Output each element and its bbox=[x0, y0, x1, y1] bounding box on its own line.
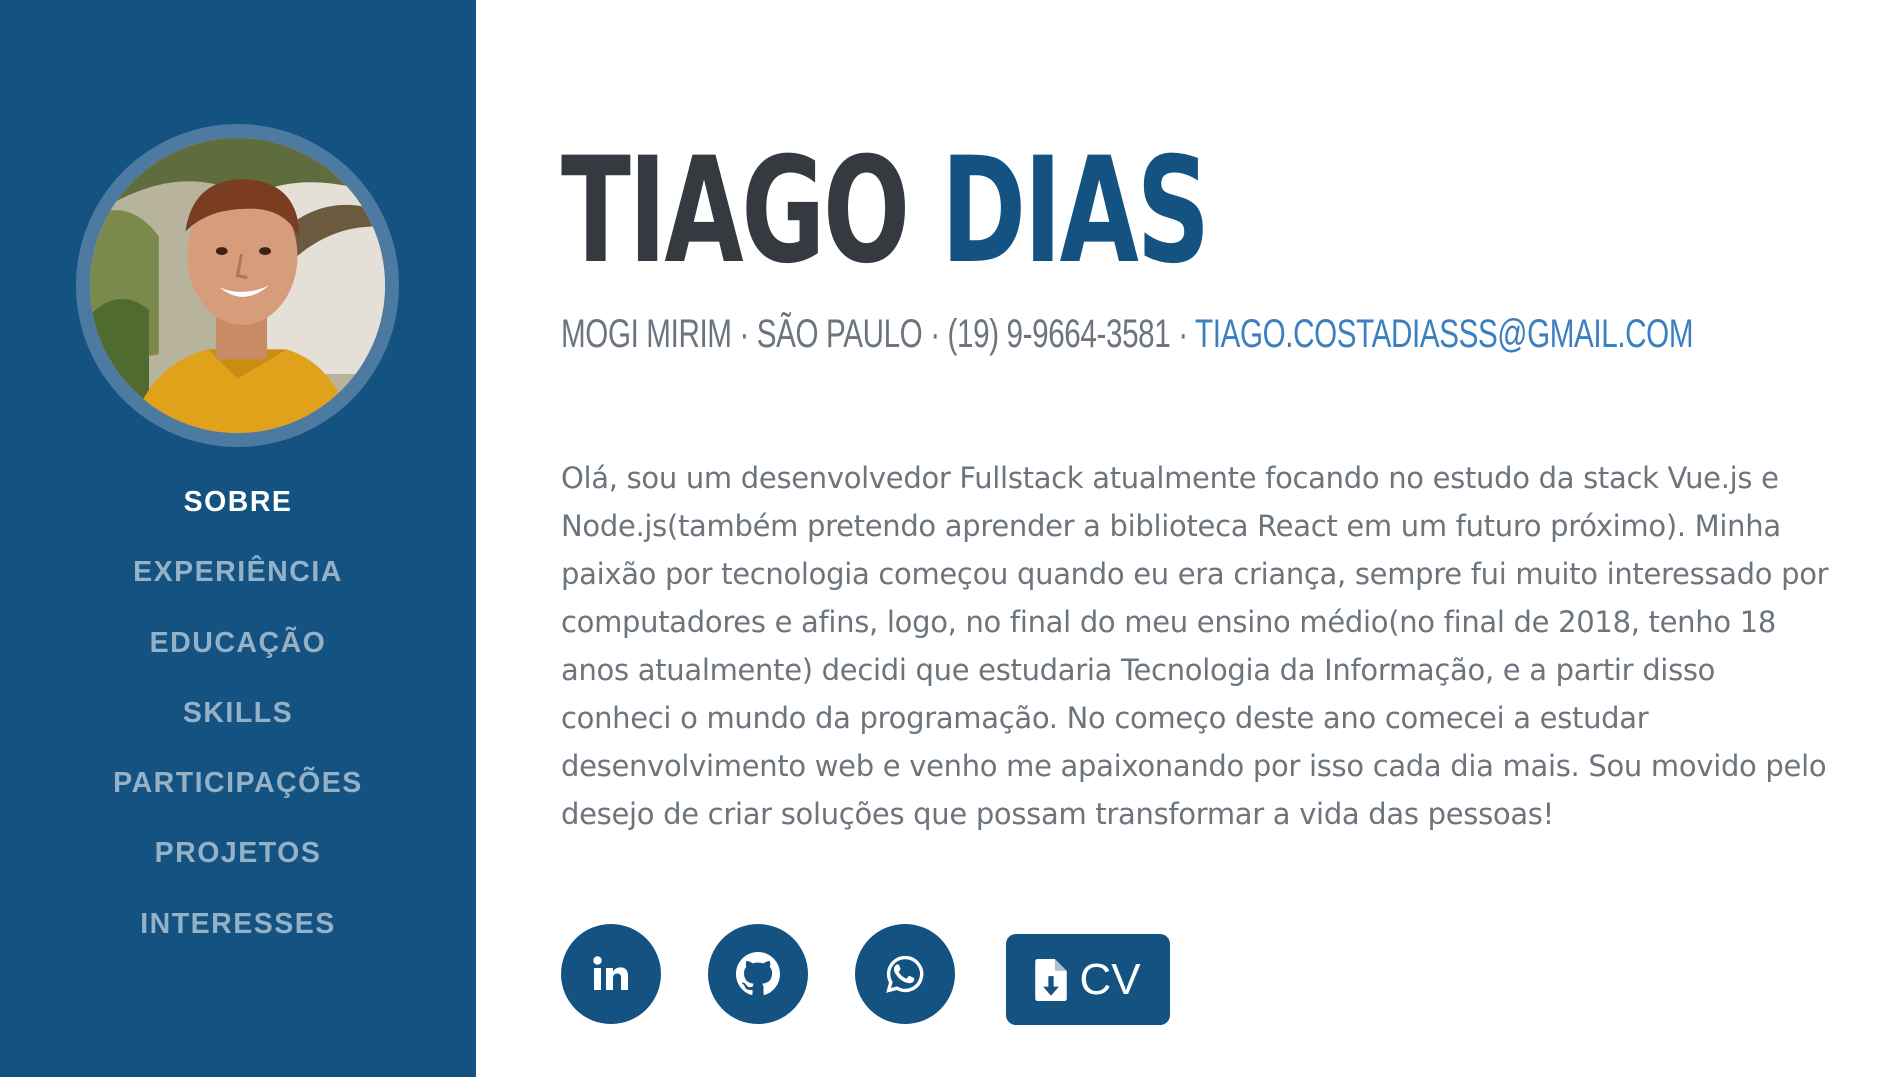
email-link[interactable]: TIAGO.COSTADIASSS@GMAIL.COM bbox=[1195, 312, 1693, 356]
cv-label: CV bbox=[1079, 954, 1141, 1004]
first-name: TIAGO bbox=[561, 126, 910, 296]
last-name: DIAS bbox=[941, 126, 1210, 296]
about-text: Olá, sou um desenvolvedor Fullstack atua… bbox=[561, 461, 1829, 831]
sidebar-item-interesses[interactable]: INTERESSES bbox=[0, 908, 476, 978]
sidebar-item-skills[interactable]: SKILLS bbox=[0, 697, 476, 767]
sidebar-item-experiencia[interactable]: EXPERIÊNCIA bbox=[0, 556, 476, 626]
page-title: TIAGO DIAS bbox=[561, 138, 1210, 284]
avatar-ring bbox=[76, 124, 399, 447]
whatsapp-icon bbox=[886, 955, 924, 993]
sidebar-item-educacao[interactable]: EDUCAÇÃO bbox=[0, 627, 476, 697]
avatar-photo bbox=[90, 138, 385, 433]
whatsapp-button[interactable] bbox=[855, 924, 955, 1024]
download-cv-button[interactable]: CV bbox=[1006, 934, 1170, 1025]
sidebar-item-projetos[interactable]: PROJETOS bbox=[0, 837, 476, 907]
social-links: CV bbox=[561, 924, 1261, 1025]
sidebar-item-sobre[interactable]: SOBRE bbox=[0, 486, 476, 556]
sidebar-nav: SOBRE EXPERIÊNCIA EDUCAÇÃO SKILLS PARTIC… bbox=[0, 486, 476, 978]
location-phone: MOGI MIRIM · SÃO PAULO · (19) 9-9664-358… bbox=[561, 312, 1188, 356]
sidebar: SOBRE EXPERIÊNCIA EDUCAÇÃO SKILLS PARTIC… bbox=[0, 0, 476, 1077]
linkedin-icon bbox=[593, 956, 628, 990]
avatar bbox=[90, 138, 385, 433]
github-icon bbox=[736, 952, 780, 995]
github-button[interactable] bbox=[708, 924, 808, 1024]
contact-line: MOGI MIRIM · SÃO PAULO · (19) 9-9664-358… bbox=[561, 312, 1694, 356]
file-download-icon bbox=[1035, 958, 1068, 1001]
sidebar-item-participacoes[interactable]: PARTICIPAÇÕES bbox=[0, 767, 476, 837]
linkedin-button[interactable] bbox=[561, 924, 661, 1024]
